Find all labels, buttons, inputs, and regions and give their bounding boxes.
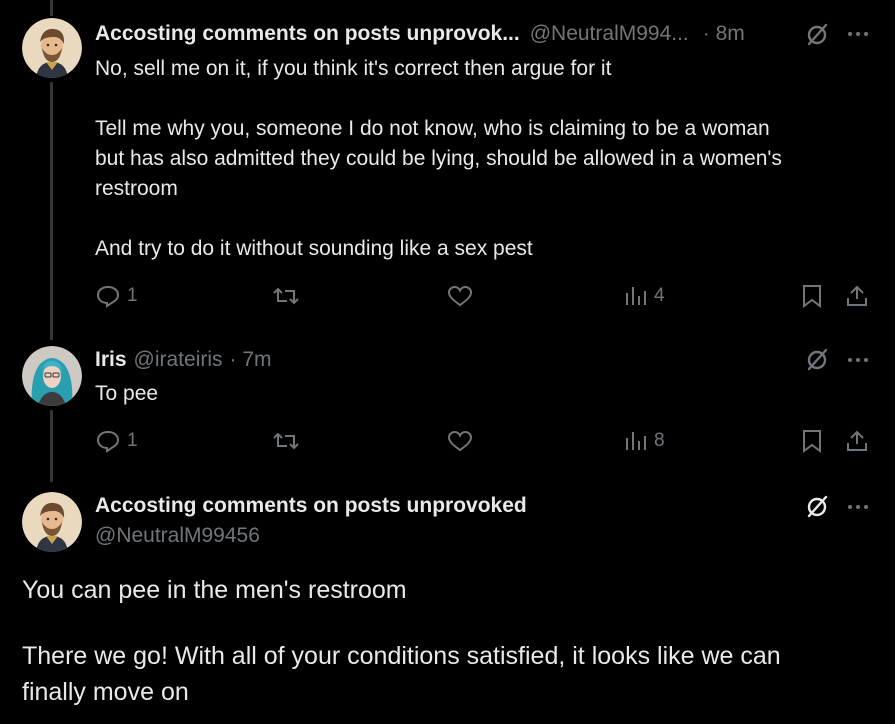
tweet-line: Tell me why you, someone I do not know, … (95, 117, 770, 140)
like-button[interactable] (447, 429, 473, 453)
reply-icon (96, 430, 120, 453)
reply-count: 1 (127, 285, 138, 306)
tweet-header: Accosting comments on posts unprovok... … (95, 22, 745, 46)
views-icon (626, 287, 646, 305)
reply-button[interactable]: 1 (95, 284, 138, 308)
tweet-line: And try to do it without sounding like a… (95, 237, 533, 260)
tweet-text: No, sell me on it, if you think it's cor… (95, 54, 875, 264)
tweet-header: Accosting comments on posts unprovoked (95, 494, 527, 518)
like-button[interactable] (447, 284, 473, 308)
tweet-line: You can pee in the men's restroom (22, 576, 407, 604)
retweet-button[interactable] (272, 284, 300, 308)
display-name[interactable]: Iris (95, 348, 127, 372)
retweet-icon (273, 287, 299, 305)
more-icon[interactable] (848, 32, 868, 36)
grok-icon[interactable] (804, 494, 830, 520)
reply-button[interactable]: 1 (95, 429, 138, 453)
avatar[interactable] (22, 346, 82, 406)
grok-icon[interactable] (804, 347, 830, 373)
tweet-line: To pee (95, 382, 159, 405)
bookmark-icon (803, 285, 821, 308)
share-icon (847, 430, 867, 451)
thread-connector (50, 82, 53, 340)
user-handle[interactable]: @NeutralM99456 (95, 524, 260, 548)
views-icon (626, 432, 646, 450)
user-handle[interactable]: @irateiris (134, 348, 223, 372)
avatar[interactable] (22, 492, 82, 552)
share-button[interactable] (845, 284, 869, 308)
bookmark-button[interactable] (801, 284, 823, 308)
like-icon (447, 285, 473, 307)
timestamp[interactable]: · 7m (230, 348, 272, 372)
tweet-text: You can pee in the men's restroom There … (22, 572, 882, 710)
share-button[interactable] (845, 429, 869, 453)
share-icon (847, 285, 867, 306)
tweet-line: but has also admitted they could be lyin… (95, 147, 782, 170)
tweet-line: There we go! With all of your conditions… (22, 642, 781, 670)
display-name[interactable]: Accosting comments on posts unprovoked (95, 494, 527, 518)
retweet-icon (273, 432, 299, 450)
timestamp[interactable]: · 8m (703, 22, 745, 46)
more-icon[interactable] (848, 505, 868, 509)
tweet-line (95, 84, 875, 114)
view-count: 4 (654, 285, 665, 306)
retweet-button[interactable] (272, 429, 300, 453)
tweet-line: No, sell me on it, if you think it's cor… (95, 57, 612, 80)
view-count: 8 (654, 430, 665, 451)
tweet-line: finally move on (22, 678, 189, 706)
display-name[interactable]: Accosting comments on posts unprovok... (95, 22, 520, 46)
reply-count: 1 (127, 430, 138, 451)
views-button[interactable]: 8 (624, 429, 665, 453)
bookmark-icon (803, 430, 821, 453)
tweet-line: restroom (95, 177, 178, 200)
bookmark-button[interactable] (801, 429, 823, 453)
tweet-line (22, 608, 882, 638)
tweet-line (95, 204, 875, 234)
like-icon (447, 430, 473, 452)
tweet-header: Iris @irateiris · 7m (95, 348, 272, 372)
reply-icon (96, 285, 120, 308)
user-handle[interactable]: @NeutralM994... (530, 22, 689, 46)
thread-connector (50, 0, 53, 16)
tweet-handle-row: @NeutralM99456 (95, 524, 260, 548)
more-icon[interactable] (848, 358, 868, 362)
tweet-text: To pee (95, 379, 875, 409)
grok-icon[interactable] (804, 22, 830, 48)
conversation-thread: Accosting comments on posts unprovok... … (0, 0, 895, 724)
thread-connector (50, 410, 53, 482)
avatar[interactable] (22, 18, 82, 78)
views-button[interactable]: 4 (624, 284, 665, 308)
